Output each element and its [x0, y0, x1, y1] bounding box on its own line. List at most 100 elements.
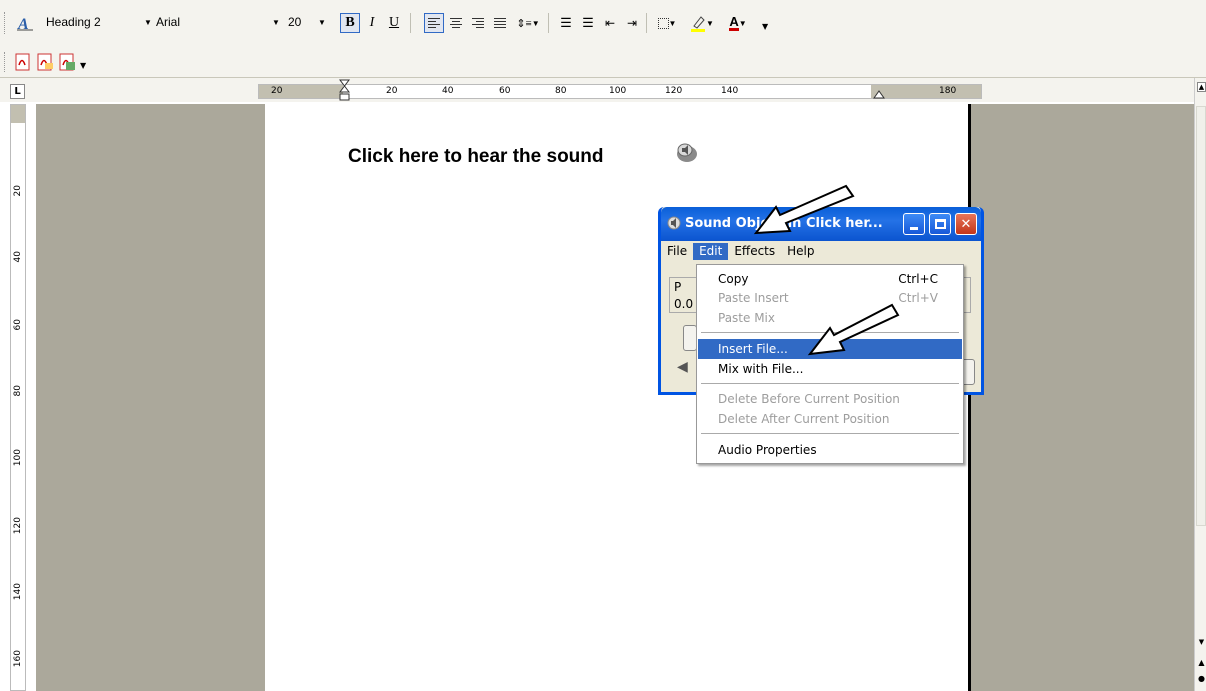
previous-page-icon[interactable]: ▲	[1197, 658, 1206, 668]
toolbar-separator	[548, 13, 549, 33]
formatting-toolbar: A Heading 2 ▼ Arial ▼ 20 ▼ B I U ⇕≡ ▼ ☰ ☰…	[0, 0, 1206, 45]
chevron-down-icon[interactable]: ▼	[144, 18, 152, 27]
maximize-button[interactable]	[929, 213, 951, 235]
menu-item-delete-after: Delete After Current Position	[698, 409, 962, 429]
scroll-up-icon[interactable]: ▲	[1197, 82, 1206, 92]
style-value: Heading 2	[46, 15, 101, 29]
edit-menu-dropdown: Copy Ctrl+C Paste Insert Ctrl+V Paste Mi…	[696, 264, 964, 464]
menu-item-label: Paste Insert	[718, 291, 789, 305]
line-spacing-button[interactable]: ⇕≡ ▼	[514, 13, 542, 33]
toolbar-grip[interactable]	[4, 52, 7, 72]
ruler-label: 180	[939, 86, 957, 96]
menu-item-delete-before: Delete Before Current Position	[698, 389, 962, 409]
highlight-button[interactable]: ▼	[686, 13, 718, 33]
scrollbar-track[interactable]	[1196, 106, 1206, 526]
menu-item-label: Insert File...	[718, 342, 788, 356]
sound-object-icon[interactable]	[675, 140, 701, 164]
align-right-button[interactable]	[468, 13, 488, 33]
toolbar-separator	[410, 13, 411, 33]
ruler-label: 80	[13, 385, 23, 397]
ruler-label: 100	[13, 449, 23, 467]
styles-icon[interactable]: A	[15, 13, 37, 33]
ruler-label: 100	[609, 86, 627, 96]
scroll-down-icon[interactable]: ▼	[1197, 638, 1206, 648]
close-button[interactable]: ✕	[955, 213, 977, 235]
annotation-arrow-icon	[807, 303, 900, 356]
menu-item-shortcut: Ctrl+C	[898, 272, 938, 286]
page-edge	[968, 104, 971, 691]
ruler-label: 20	[386, 86, 398, 96]
menu-item-label: Delete Before Current Position	[718, 392, 900, 406]
position-value: 0.0	[674, 297, 694, 311]
menu-item-label: Paste Mix	[718, 311, 775, 325]
borders-button[interactable]: ▼	[652, 13, 682, 33]
seek-start-icon[interactable]: ◀	[677, 359, 697, 381]
horizontal-ruler[interactable]: 20 20 40 60 80 100 120 140 180	[258, 79, 982, 101]
right-indent-marker-icon[interactable]	[873, 89, 885, 99]
pdf-convert-icon[interactable]	[14, 53, 32, 71]
font-color-label: A	[729, 14, 739, 31]
ruler-label: 120	[665, 86, 683, 96]
font-combo[interactable]: Arial ▼	[156, 12, 280, 32]
menu-separator	[701, 433, 959, 434]
highlighter-icon	[691, 16, 706, 32]
ruler-label: 140	[721, 86, 739, 96]
numbering-button[interactable]: ☰	[556, 13, 576, 33]
decrease-indent-button[interactable]: ⇤	[600, 13, 620, 33]
toolbar-grip[interactable]	[4, 12, 7, 34]
underline-button[interactable]: U	[384, 13, 404, 33]
ruler-label: 40	[442, 86, 454, 96]
ruler-label: 80	[555, 86, 567, 96]
menu-effects[interactable]: Effects	[728, 243, 781, 260]
menu-item-label: Delete After Current Position	[718, 412, 890, 426]
annotation-arrow-icon	[753, 184, 855, 235]
font-value: Arial	[156, 15, 181, 29]
ruler-label: 160	[13, 650, 23, 668]
menu-item-label: Mix with File...	[718, 362, 804, 376]
menu-item-label: Audio Properties	[718, 443, 817, 457]
adobe-pdf-toolbar: ▼	[0, 45, 1206, 78]
menu-file[interactable]: File	[661, 243, 693, 260]
minimize-button[interactable]	[903, 213, 925, 235]
toolbar-separator	[646, 13, 647, 33]
menu-separator	[701, 383, 959, 384]
document-heading[interactable]: Click here to hear the sound	[348, 146, 604, 168]
ruler-label: 60	[499, 86, 511, 96]
chevron-down-icon[interactable]: ▼	[318, 18, 326, 27]
style-combo[interactable]: Heading 2 ▼	[46, 12, 154, 32]
tab-selector[interactable]: L	[10, 84, 25, 99]
waveform-button[interactable]	[683, 325, 697, 351]
font-size-value: 20	[288, 15, 302, 29]
justify-button[interactable]	[490, 13, 510, 33]
menu-item-copy[interactable]: Copy Ctrl+C	[698, 269, 962, 289]
ruler-label: 140	[13, 583, 23, 601]
italic-button[interactable]: I	[362, 13, 382, 33]
ruler-label: 40	[13, 251, 23, 263]
menu-edit[interactable]: Edit	[693, 242, 729, 260]
menu-item-label: Copy	[718, 272, 749, 286]
pdf-email-icon[interactable]	[36, 53, 54, 71]
menu-item-audio-properties[interactable]: Audio Properties	[698, 440, 962, 460]
increase-indent-button[interactable]: ⇥	[622, 13, 642, 33]
menu-help[interactable]: Help	[781, 243, 820, 260]
right-margin-area	[871, 85, 981, 98]
font-size-combo[interactable]: 20 ▼	[288, 12, 328, 32]
indent-marker-icon[interactable]	[339, 79, 351, 105]
chevron-down-icon[interactable]: ▼	[80, 61, 86, 70]
vertical-scrollbar[interactable]: ▲ ▼ ▲ ●	[1194, 78, 1206, 691]
window-menu-bar: File Edit Effects Help	[661, 241, 981, 261]
bullets-button[interactable]: ☰	[578, 13, 598, 33]
menu-item-mix-with-file[interactable]: Mix with File...	[698, 359, 962, 379]
ruler-label: 120	[13, 517, 23, 535]
chevron-down-icon[interactable]: ▼	[272, 18, 280, 27]
ruler-label: 20	[271, 86, 283, 96]
select-browse-object-icon[interactable]: ●	[1197, 674, 1206, 684]
ruler-label: 20	[13, 185, 23, 197]
align-center-button[interactable]	[446, 13, 466, 33]
toolbar-options-icon[interactable]: ▼	[762, 22, 768, 31]
bold-button[interactable]: B	[340, 13, 360, 33]
position-label: P	[674, 280, 682, 294]
font-color-button[interactable]: A ▼	[722, 13, 754, 33]
pdf-review-icon[interactable]	[58, 53, 76, 71]
align-left-button[interactable]	[424, 13, 444, 33]
